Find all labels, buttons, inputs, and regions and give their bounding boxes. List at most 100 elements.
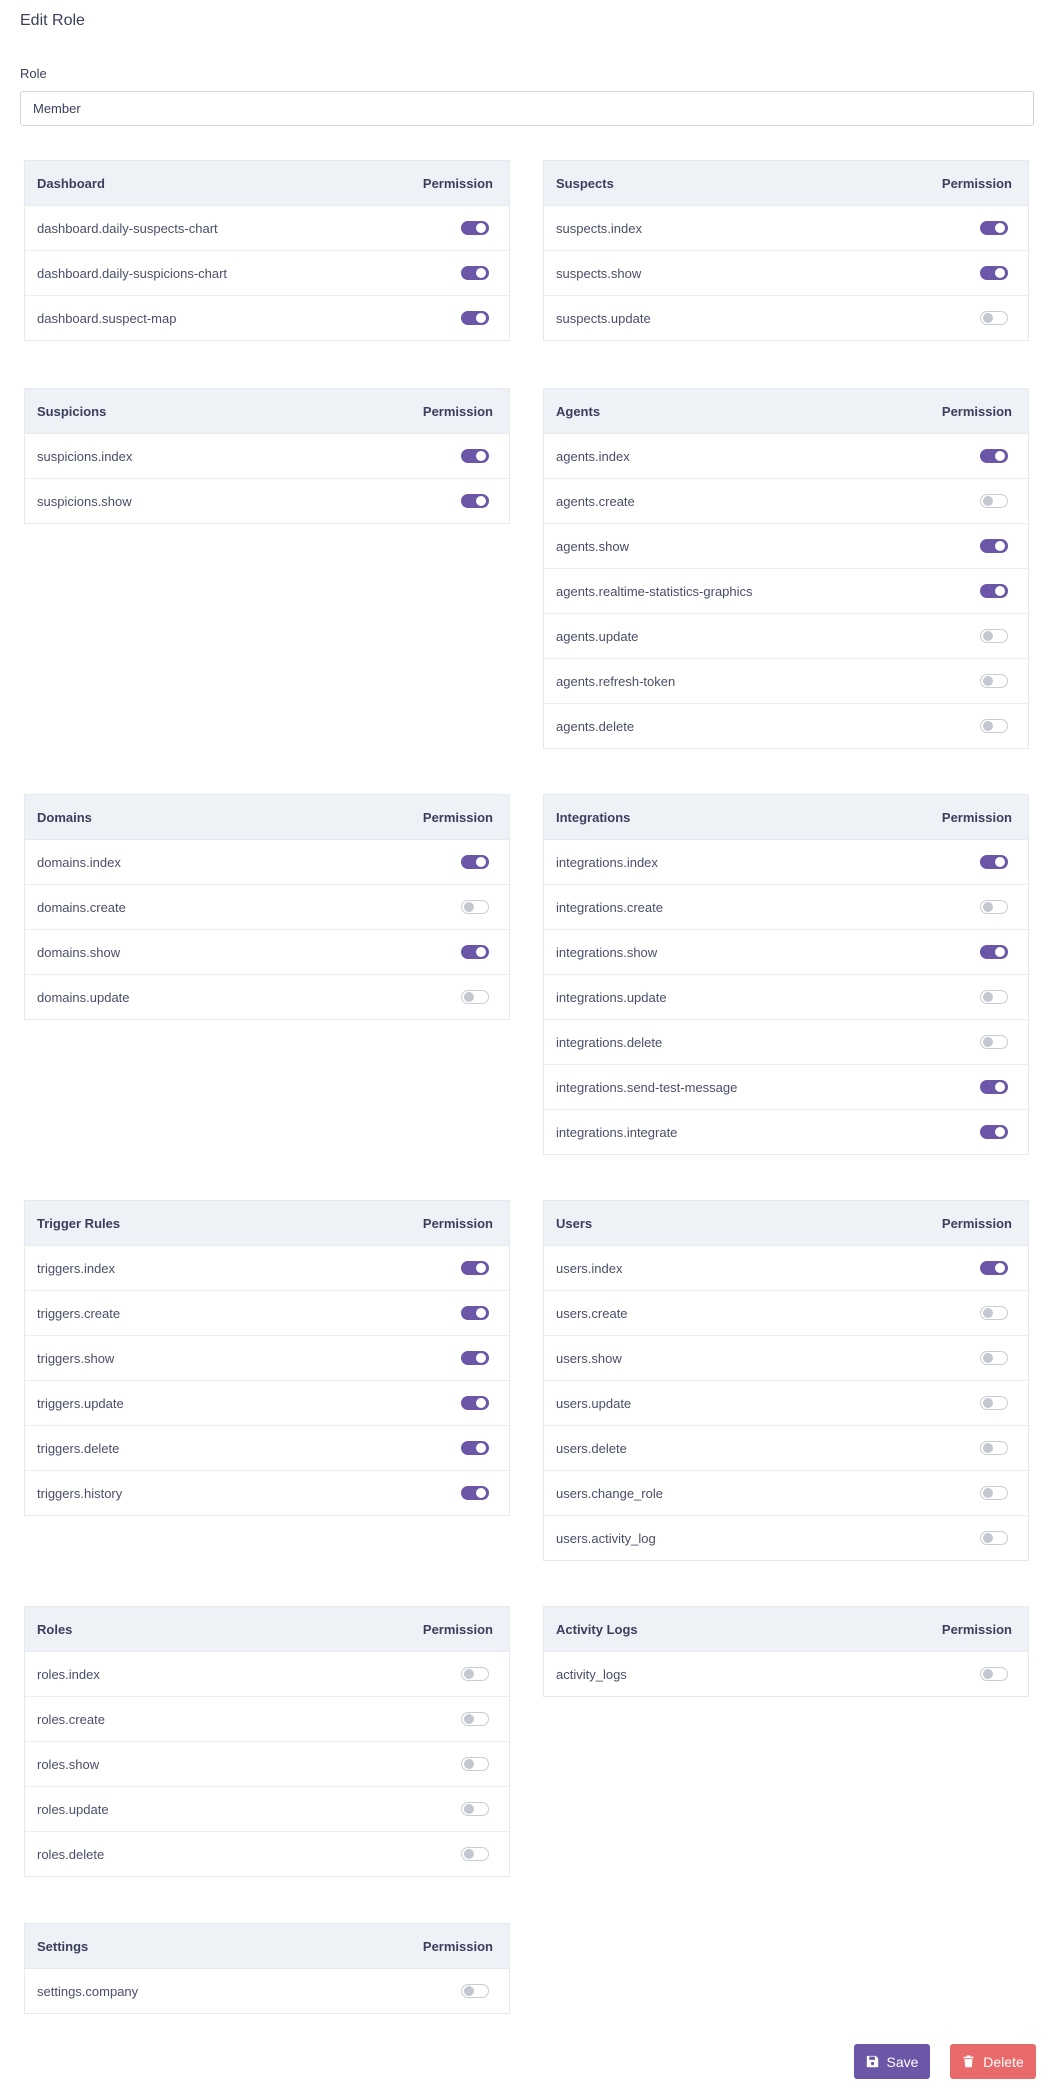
- permission-toggle[interactable]: [461, 311, 489, 325]
- permission-toggle[interactable]: [461, 900, 489, 914]
- permission-toggle[interactable]: [461, 449, 489, 463]
- save-button[interactable]: Save: [854, 2044, 930, 2079]
- permission-toggle[interactable]: [980, 494, 1008, 508]
- permission-toggle[interactable]: [461, 266, 489, 280]
- permission-toggle[interactable]: [980, 449, 1008, 463]
- permission-toggle[interactable]: [461, 494, 489, 508]
- permission-name: users.create: [556, 1305, 628, 1321]
- permission-toggle[interactable]: [980, 1667, 1008, 1681]
- permission-toggle[interactable]: [461, 1802, 489, 1816]
- permission-toggle[interactable]: [980, 1306, 1008, 1320]
- role-name-input[interactable]: [20, 91, 1034, 126]
- permission-toggle[interactable]: [461, 1441, 489, 1455]
- permission-toggle[interactable]: [980, 945, 1008, 959]
- toggle-knob: [983, 721, 993, 731]
- permission-column-header: Permission: [422, 403, 493, 419]
- card-header: Suspicions Permission: [25, 389, 509, 434]
- permission-name: integrations.create: [556, 899, 663, 915]
- permission-name: users.index: [556, 1260, 623, 1276]
- delete-button[interactable]: Delete: [950, 2044, 1036, 2079]
- permission-toggle[interactable]: [980, 1125, 1008, 1139]
- permission-toggle[interactable]: [461, 1486, 489, 1500]
- permission-row: roles.delete: [25, 1832, 509, 1876]
- permission-toggle[interactable]: [980, 990, 1008, 1004]
- permission-row: domains.update: [25, 975, 509, 1019]
- permission-row: users.update: [544, 1381, 1028, 1426]
- permission-toggle[interactable]: [980, 311, 1008, 325]
- permission-toggle[interactable]: [980, 719, 1008, 733]
- toggle-knob: [464, 1986, 474, 1996]
- permission-toggle[interactable]: [461, 1984, 489, 1998]
- toggle-knob: [983, 1669, 993, 1679]
- permission-toggle[interactable]: [980, 629, 1008, 643]
- permission-toggle[interactable]: [461, 1306, 489, 1320]
- permission-toggle[interactable]: [461, 990, 489, 1004]
- permission-name: settings.company: [37, 1983, 139, 1999]
- permission-row: integrations.create: [544, 885, 1028, 930]
- permission-column-header: Permission: [422, 1938, 493, 1954]
- toggle-knob: [464, 1849, 474, 1859]
- permission-row: suspects.show: [544, 251, 1028, 296]
- permission-toggle[interactable]: [980, 1441, 1008, 1455]
- permission-name: users.delete: [556, 1440, 627, 1456]
- permission-row: settings.company: [25, 1969, 509, 2013]
- permission-card-domains: Domains Permission domains.index domains.cr…: [24, 794, 510, 1020]
- permission-toggle[interactable]: [461, 1847, 489, 1861]
- toggle-knob: [476, 947, 486, 957]
- toggle-knob: [476, 1488, 486, 1498]
- permission-toggle[interactable]: [461, 1351, 489, 1365]
- permission-toggle[interactable]: [980, 1396, 1008, 1410]
- permission-row: dashboard.daily-suspicions-chart: [25, 251, 509, 296]
- permission-toggle[interactable]: [980, 1261, 1008, 1275]
- permission-name: integrations.delete: [556, 1034, 663, 1050]
- permission-toggle[interactable]: [461, 1712, 489, 1726]
- permission-row: roles.update: [25, 1787, 509, 1832]
- permission-name: suspects.index: [556, 220, 642, 236]
- permission-toggle[interactable]: [980, 1035, 1008, 1049]
- permission-toggle[interactable]: [461, 1757, 489, 1771]
- permission-toggle[interactable]: [461, 945, 489, 959]
- permission-toggle[interactable]: [980, 539, 1008, 553]
- permission-toggle[interactable]: [461, 1667, 489, 1681]
- toggle-knob: [476, 857, 486, 867]
- permission-toggle[interactable]: [461, 855, 489, 869]
- permission-toggle[interactable]: [980, 266, 1008, 280]
- permission-toggle[interactable]: [980, 1080, 1008, 1094]
- permission-row: domains.index: [25, 840, 509, 885]
- permission-card-integrations: Integrations Permission integrations.index…: [543, 794, 1029, 1155]
- permission-row: integrations.show: [544, 930, 1028, 975]
- permission-row: agents.index: [544, 434, 1028, 479]
- permission-name: triggers.update: [37, 1395, 124, 1411]
- toggle-knob: [995, 1127, 1005, 1137]
- permission-column-header: Permission: [941, 403, 1012, 419]
- permission-toggle[interactable]: [980, 900, 1008, 914]
- toggle-knob: [983, 1488, 993, 1498]
- permission-column-header: Permission: [941, 809, 1012, 825]
- permission-toggle[interactable]: [980, 674, 1008, 688]
- permission-toggle[interactable]: [980, 584, 1008, 598]
- permission-card-suspicions: Suspicions Permission suspicions.index susp…: [24, 388, 510, 524]
- permission-row: users.change_role: [544, 1471, 1028, 1516]
- toggle-knob: [983, 313, 993, 323]
- permission-name: roles.delete: [37, 1846, 105, 1862]
- permission-toggle[interactable]: [980, 1351, 1008, 1365]
- permission-name: integrations.show: [556, 944, 658, 960]
- permission-toggle[interactable]: [461, 1396, 489, 1410]
- permission-row: integrations.index: [544, 840, 1028, 885]
- toggle-knob: [476, 1308, 486, 1318]
- card-header: Dashboard Permission: [25, 161, 509, 206]
- permission-toggle[interactable]: [980, 1486, 1008, 1500]
- permission-toggle[interactable]: [980, 855, 1008, 869]
- page-title: Edit Role: [20, 12, 85, 29]
- permission-toggle[interactable]: [980, 221, 1008, 235]
- permission-row: users.activity_log: [544, 1516, 1028, 1560]
- permission-row: roles.show: [25, 1742, 509, 1787]
- permission-name: users.show: [556, 1350, 622, 1366]
- permission-toggle[interactable]: [461, 1261, 489, 1275]
- permission-row: integrations.integrate: [544, 1110, 1028, 1154]
- permission-toggle[interactable]: [461, 221, 489, 235]
- toggle-knob: [476, 1443, 486, 1453]
- permission-toggle[interactable]: [980, 1531, 1008, 1545]
- toggle-knob: [983, 1308, 993, 1318]
- toggle-knob: [464, 992, 474, 1002]
